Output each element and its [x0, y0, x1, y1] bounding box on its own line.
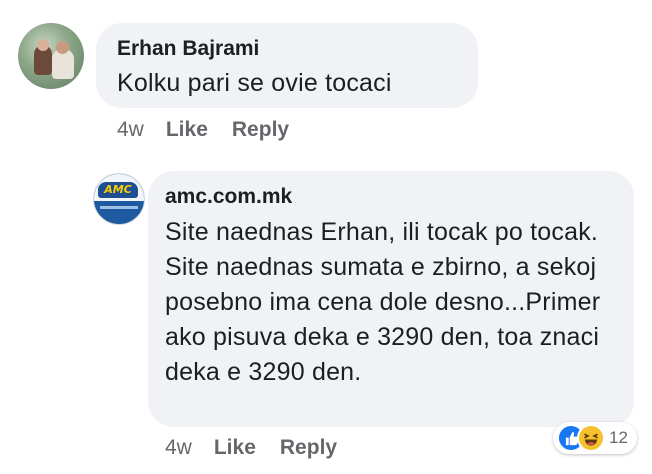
- comment-actions: 4w Like Reply: [165, 436, 361, 460]
- photo-figure: [37, 39, 49, 51]
- amc-logo: AMC: [98, 182, 138, 198]
- photo-figure: [56, 41, 69, 54]
- comment-actions: 4w Like Reply: [117, 118, 313, 142]
- comment-author[interactable]: Erhan Bajrami: [117, 37, 259, 61]
- reply-button[interactable]: Reply: [232, 118, 289, 142]
- reactions-summary[interactable]: 12: [553, 422, 637, 454]
- avatar-stripe: [100, 206, 138, 209]
- comment-timestamp[interactable]: 4w: [165, 436, 192, 460]
- reply-button[interactable]: Reply: [280, 436, 337, 460]
- comment-author[interactable]: amc.com.mk: [165, 185, 292, 209]
- avatar-erhan-bajrami[interactable]: [18, 23, 84, 89]
- avatar-amc[interactable]: AMC: [93, 173, 145, 225]
- comment-text: Kolku pari se ovie tocaci: [117, 69, 392, 97]
- reaction-count: 12: [609, 428, 628, 447]
- comment-timestamp[interactable]: 4w: [117, 118, 144, 142]
- comment-text: Site naednas Erhan, ili tocak po tocak. …: [165, 218, 601, 386]
- like-button[interactable]: Like: [214, 436, 256, 460]
- haha-icon: [577, 424, 605, 452]
- like-button[interactable]: Like: [166, 118, 208, 142]
